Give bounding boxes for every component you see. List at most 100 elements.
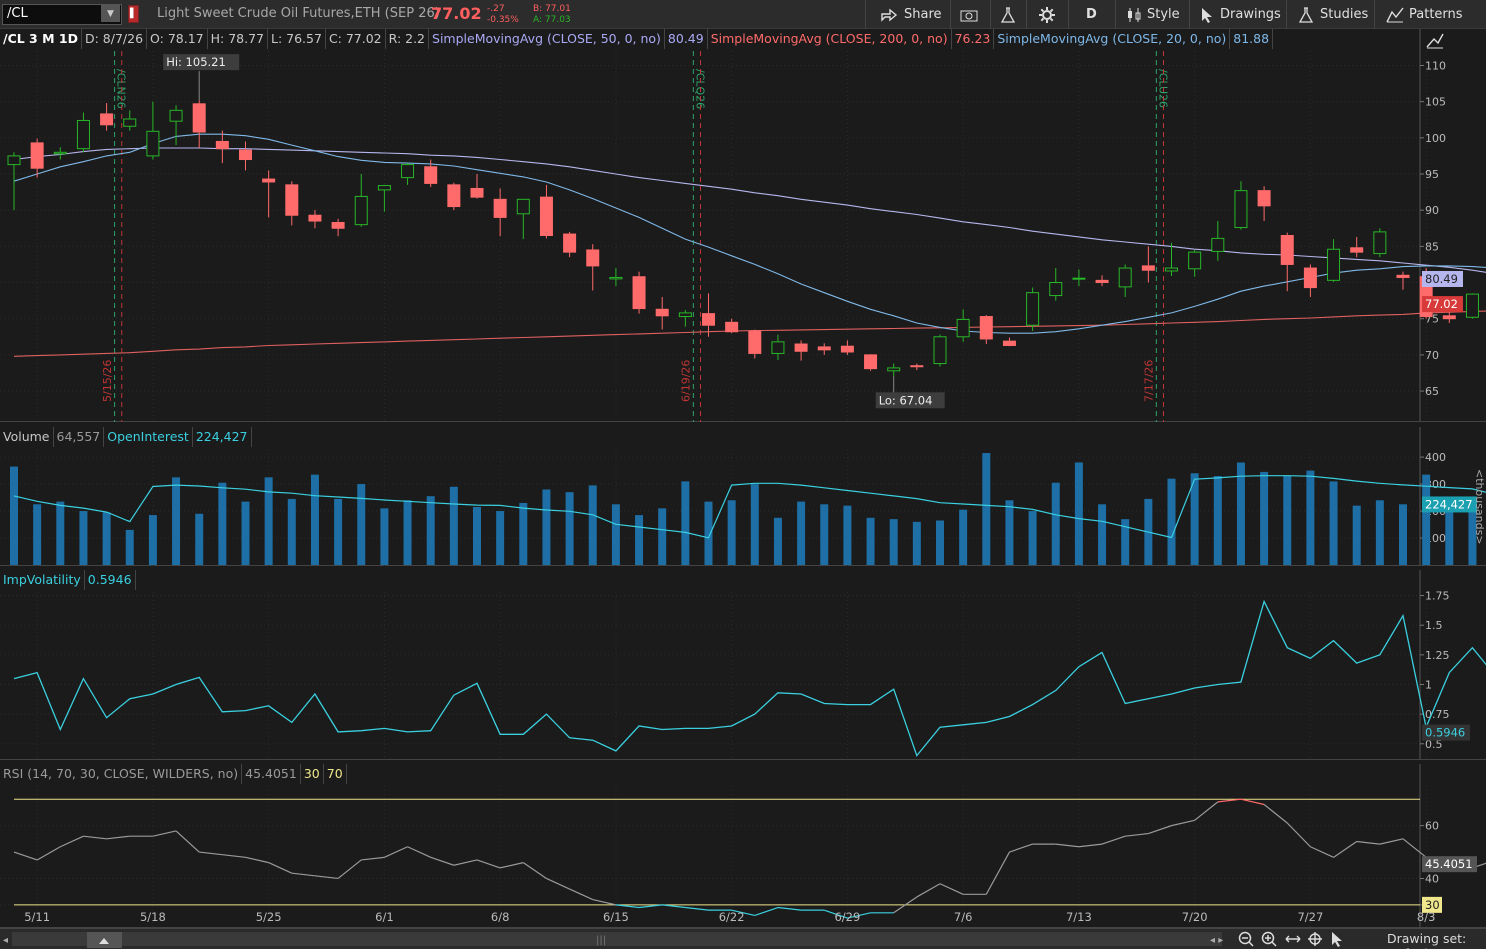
zoom-out-icon[interactable] (1238, 931, 1254, 947)
patterns-button[interactable]: Patterns (1386, 0, 1463, 29)
sma50-label[interactable]: SimpleMovingAvg (CLOSE, 50, 0, no) (429, 29, 665, 49)
candle-body (215, 140, 229, 150)
price-header: /CL 3 M 1D D: 8/7/26 O: 78.17 H: 78.77 L… (0, 29, 1274, 49)
volume-bar (264, 477, 273, 565)
rsi-line-segment (453, 859, 478, 866)
studies-label: Studies (1320, 7, 1369, 22)
rsi-line-segment (1263, 804, 1288, 824)
open-interest-label[interactable]: OpenInterest (104, 427, 193, 447)
rsi-label[interactable]: RSI (14, 70, 30, CLOSE, WILDERS, no) (0, 764, 243, 784)
flag-icon[interactable]: ▌ (128, 5, 139, 23)
y-tick-label: 110 (1425, 59, 1446, 72)
rsi-line-segment (245, 856, 269, 864)
volume-bar (797, 501, 806, 565)
rsi-line-segment (1078, 843, 1103, 848)
volume-pane[interactable]: Volume 64,557 OpenInterest 224,427 10020… (0, 427, 1486, 566)
candle-body (470, 187, 484, 198)
candle-body (632, 276, 646, 310)
volume-bar (588, 485, 597, 565)
volume-bar (912, 521, 921, 565)
settings-button[interactable] (1038, 0, 1056, 29)
scroll-left-icon[interactable]: ◂ (3, 935, 8, 946)
snapshot-button[interactable] (960, 0, 978, 29)
candle-body (1257, 190, 1271, 207)
candle-body (123, 118, 137, 127)
flask-button[interactable] (1000, 0, 1016, 29)
volume-bar (542, 489, 551, 565)
pan-icon[interactable] (1285, 935, 1301, 943)
volume-bar (820, 504, 829, 565)
candle-body (563, 233, 577, 253)
candle-body (1072, 277, 1086, 280)
y-tick-label: 40 (1425, 872, 1439, 885)
volume-bar (889, 519, 898, 565)
sma20-value: 81.88 (1230, 29, 1274, 49)
rsi-chart[interactable]: 30406045.4051305/115/185/256/16/86/156/2… (0, 764, 1486, 928)
candle-body (30, 142, 44, 169)
rsi-line-segment (1148, 825, 1172, 835)
aggregation-button[interactable]: D (1086, 0, 1097, 29)
impvol-pane[interactable]: ImpVolatility 0.5946 0.5 0.75 1 1.25 1.5 1.75… (0, 570, 1486, 760)
candle-body (262, 178, 276, 183)
volume-bar (1074, 462, 1083, 565)
rsi-pane[interactable]: RSI (14, 70, 30, CLOSE, WILDERS, no) 45.… (0, 764, 1486, 928)
price-pane[interactable]: /CL 3 M 1D D: 8/7/26 O: 78.17 H: 78.77 L… (0, 29, 1486, 422)
symbol-dropdown-icon[interactable]: ▼ (101, 5, 120, 22)
sma200-label[interactable]: SimpleMovingAvg (CLOSE, 200, 0, no) (708, 29, 952, 49)
impvol-label[interactable]: ImpVolatility (0, 570, 85, 590)
net-change: -.27 (487, 4, 505, 14)
percent-change: -0.35% (487, 15, 519, 25)
volume-bar (727, 500, 736, 565)
candle-body (864, 354, 878, 370)
impvol-chart[interactable]: 0.50.7511.251.51.750.5946 (0, 570, 1486, 760)
x-axis-label: 6/29 (834, 910, 860, 924)
roll-label: /CLQ26 (693, 69, 706, 109)
ask-price: A: 77.03 (533, 15, 571, 25)
volume-bar (565, 492, 574, 565)
drawings-label: Drawings (1220, 7, 1281, 22)
rsi-header: RSI (14, 70, 30, CLOSE, WILDERS, no) 45.… (0, 764, 347, 784)
drawings-button[interactable]: Drawings (1200, 0, 1281, 29)
y-tick-label: 60 (1425, 820, 1439, 833)
style-button[interactable]: Style (1126, 0, 1180, 29)
volume-bar (334, 498, 343, 565)
drawing-set-label[interactable]: Drawing set: Default (1387, 931, 1486, 949)
x-axis-label: 6/15 (603, 910, 629, 924)
impvol-tag: 0.5946 (1425, 726, 1465, 740)
x-axis-label: 6/8 (491, 910, 510, 924)
expiry-label: 7/17/26 (1143, 360, 1156, 402)
bid-price: B: 77.01 (533, 4, 571, 14)
rsi-line-segment (13, 851, 38, 861)
share-icon (881, 8, 898, 22)
crosshair-icon[interactable] (1308, 932, 1322, 946)
volume-bar (1005, 500, 1014, 565)
chart-style-icon[interactable] (1426, 31, 1444, 49)
sma200-value: 76.23 (952, 29, 995, 49)
candle-body (401, 164, 415, 179)
flask-icon (1298, 6, 1314, 23)
volume-bar (403, 500, 412, 565)
x-axis-label: 7/27 (1297, 910, 1323, 924)
chart-symbol-label[interactable]: /CL 3 M 1D (0, 29, 82, 49)
patterns-label: Patterns (1409, 7, 1463, 22)
volume-bar (1236, 462, 1245, 565)
zoom-in-icon[interactable] (1261, 931, 1277, 947)
share-button[interactable]: Share (880, 0, 942, 29)
studies-button[interactable]: Studies (1298, 0, 1368, 29)
sma20-label[interactable]: SimpleMovingAvg (CLOSE, 20, 0, no) (994, 29, 1231, 49)
scroll-track[interactable] (12, 932, 1222, 946)
volume-bar (148, 515, 157, 565)
candle-body (424, 166, 438, 184)
volume-bar (1051, 482, 1060, 565)
scroll-grip-icon[interactable]: ||| (596, 935, 606, 946)
volume-chart[interactable]: 100200300400224,427<thousands> (0, 427, 1486, 566)
status-bar: ◂ ◂ ▸ ||| Drawing set: Default (0, 928, 1486, 949)
rsi-line-segment (569, 888, 593, 901)
y-tick-label: 400 (1425, 451, 1446, 464)
pointer-icon[interactable] (1332, 932, 1342, 947)
volume-bar (635, 515, 644, 565)
price-chart[interactable]: 65707580859095100105110/CLN26/CLQ26/CLU2… (0, 29, 1486, 422)
scroll-right-icon[interactable]: ◂ ▸ (1210, 935, 1223, 946)
volume-label[interactable]: Volume (0, 427, 54, 447)
candle-body (192, 103, 206, 133)
